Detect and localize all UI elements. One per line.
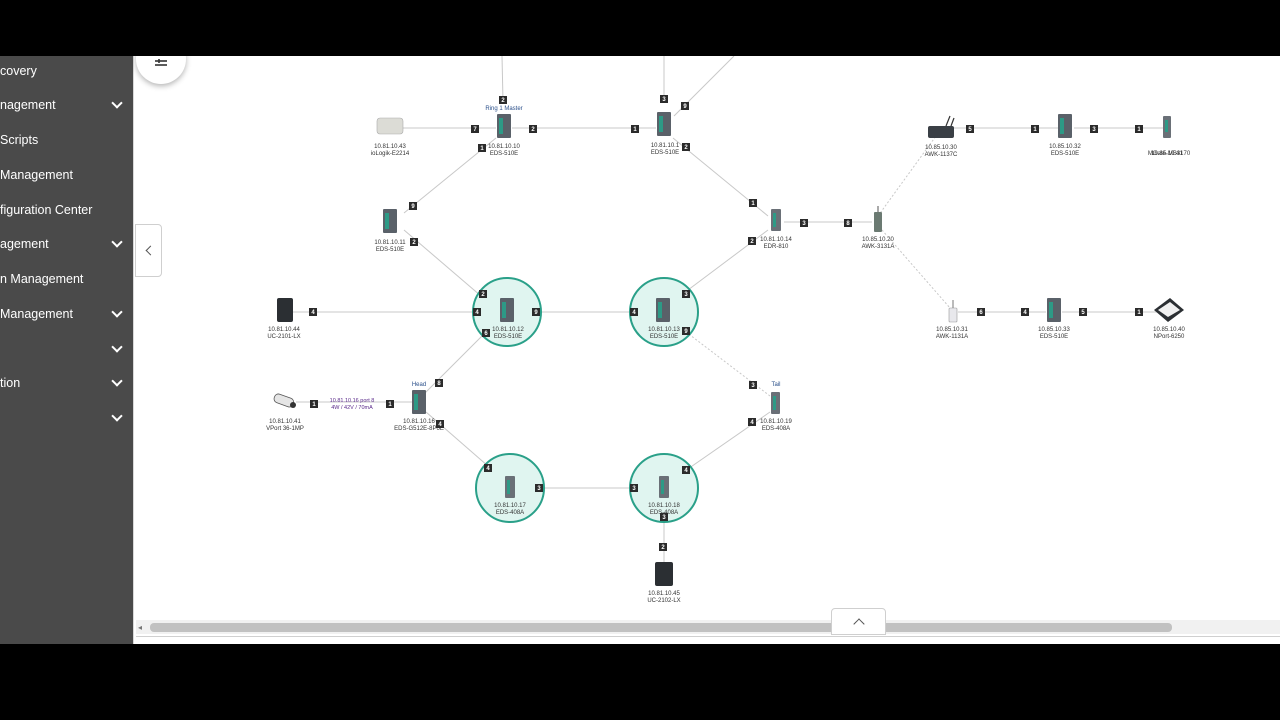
gateway-port-panel [1165, 120, 1168, 132]
topology-map[interactable]: Ring 1 Master 10.81.10.10 EDS-510E 10.81… [0, 56, 1280, 644]
node-model: EDS-510E [650, 334, 678, 340]
poe-info-line1: 10.81.10.16 port 8 [330, 398, 375, 404]
node-ip: 10.81.10.1 [651, 143, 680, 149]
device-node[interactable]: 10.81.10.44 UC-2101-LX [267, 298, 301, 340]
computer-icon [277, 298, 293, 322]
node-role: Tail [771, 382, 780, 388]
node-ip: 10.81.10.17 [494, 503, 526, 509]
device-node[interactable]: 10.81.10.11 EDS-510E [374, 209, 406, 253]
switch-port-panel [659, 116, 663, 132]
node-ip: 10.81.10.11 [374, 240, 406, 246]
computer-icon [655, 562, 673, 586]
node-ip: 10.81.10.12 [492, 327, 524, 333]
node-ip: 10.81.10.18 [648, 503, 680, 509]
switch-port-panel [414, 394, 418, 410]
collapse-sidebar-button[interactable] [135, 224, 162, 277]
device-node[interactable]: Ring 1 Master 10.81.10.10 EDS-510E [485, 106, 522, 157]
access-point-icon [948, 307, 958, 323]
node-model: EDR-810 [764, 244, 789, 250]
device-node[interactable]: 10.81.10.45 UC-2102-LX [647, 562, 681, 604]
switch-port-panel [661, 480, 664, 494]
device-node[interactable]: 10.81.10.41 VPort 36-1MP [266, 393, 304, 432]
node-ip: 10.85.10.33 [1038, 327, 1070, 333]
router-port-panel [773, 213, 776, 227]
node-ip: 10.81.10.44 [268, 327, 300, 333]
node-model: EDS-510E [651, 150, 679, 156]
divider [136, 636, 1280, 637]
node-model: VPort 36-1MP [266, 426, 304, 432]
port-markers: 27 2 139215 1 3 192123 824 964396 4 5 141 1843443 34… [309, 95, 1143, 551]
link [501, 56, 504, 102]
node-model: EDS-408A [762, 426, 790, 432]
node-model: AWK-1131A [936, 334, 968, 340]
node-model: AWK-3131A [862, 244, 895, 250]
node-model: UC-2102-LX [647, 598, 680, 604]
node-role: Head [412, 382, 426, 388]
device-node[interactable]: 10.85.10.20 AWK-3131A [862, 206, 895, 250]
node-model: EDS-510E [1051, 151, 1079, 157]
device-node[interactable]: Tail 10.81.10.19 EDS-408A [760, 382, 792, 432]
device-node[interactable]: 10.81.10.43 ioLogik-E2214 [371, 117, 410, 157]
device-node[interactable]: 10.85.10.40 NPort-6250 [1153, 298, 1186, 340]
node-model: NPort-6250 [1154, 334, 1185, 340]
expand-panel-button[interactable] [831, 608, 886, 635]
node-ip: 10.81.10.19 [760, 419, 792, 425]
switch-port-panel [502, 302, 506, 318]
switch-port-panel [773, 396, 776, 410]
node-model: EDS-408A [496, 510, 524, 516]
node-role: Ring 1 Master [485, 106, 522, 112]
app-window: covery nagement Scripts Management figur… [0, 56, 1280, 644]
node-ip: 10.85.10.40 [1153, 327, 1185, 333]
node-ip: 10.81.10.43 [374, 144, 406, 150]
device-node[interactable]: 10.81.10.14 EDR-810 [760, 209, 793, 250]
node-model: ioLogik-E2214 [371, 151, 410, 157]
switch-port-panel [507, 480, 510, 494]
scroll-left-icon[interactable]: ◂ [138, 623, 142, 632]
node-ip: 10.85.10.31 [936, 327, 968, 333]
node-ip: 10.81.10.14 [760, 237, 792, 243]
node-ip: 10.81.10.45 [648, 591, 680, 597]
node-model: AWK-1137C [925, 152, 958, 158]
node-ip: 10.85.10.20 [862, 237, 894, 243]
switch-port-panel [1049, 302, 1053, 318]
node-model: EDS-510E [1040, 334, 1068, 340]
switch-port-panel [385, 213, 389, 229]
device-node[interactable]: 10.85.10.31 AWK-1131A [936, 300, 969, 340]
io-module-icon [376, 117, 404, 135]
node-ip: 10.81.10.10 [488, 144, 520, 150]
switch-port-panel [1060, 118, 1064, 134]
node-model: MGate-MB3170 [1148, 151, 1191, 157]
node-ip: 10.81.10.41 [269, 419, 301, 425]
scrollbar-thumb[interactable] [150, 623, 1172, 632]
device-node[interactable]: 10.85.10.33 EDS-510E [1038, 298, 1071, 340]
device-node[interactable]: 10.85.10.41 MGate-MB3170 [1148, 116, 1191, 157]
node-ip: 10.81.10.13 [648, 327, 680, 333]
access-point-icon [874, 212, 882, 232]
horizontal-scrollbar[interactable]: ◂ [136, 620, 1280, 634]
node-ip: 10.85.10.32 [1049, 144, 1081, 150]
node-ip: 10.81.10.16 [403, 419, 435, 425]
device-node[interactable]: 10.85.10.30 AWK-1137C [925, 115, 958, 158]
chevron-left-icon [145, 245, 155, 256]
sliders-icon [155, 59, 167, 66]
node-model: EDS-510E [490, 151, 518, 157]
switch-port-panel [499, 118, 503, 134]
node-model: EDS-510E [494, 334, 522, 340]
chevron-up-icon [852, 617, 865, 630]
poe-info-line2: 4W / 42V / 70mA [331, 405, 373, 411]
node-model: UC-2101-LX [267, 334, 300, 340]
device-node[interactable]: 10.85.10.32 EDS-510E [1049, 114, 1082, 157]
device-node[interactable]: 10.81.10.1 EDS-510E [651, 112, 680, 156]
node-model: EDS-510E [376, 247, 404, 253]
node-ip: 10.85.10.30 [925, 145, 957, 151]
wireless-client-icon [928, 126, 954, 138]
switch-port-panel [658, 302, 662, 318]
